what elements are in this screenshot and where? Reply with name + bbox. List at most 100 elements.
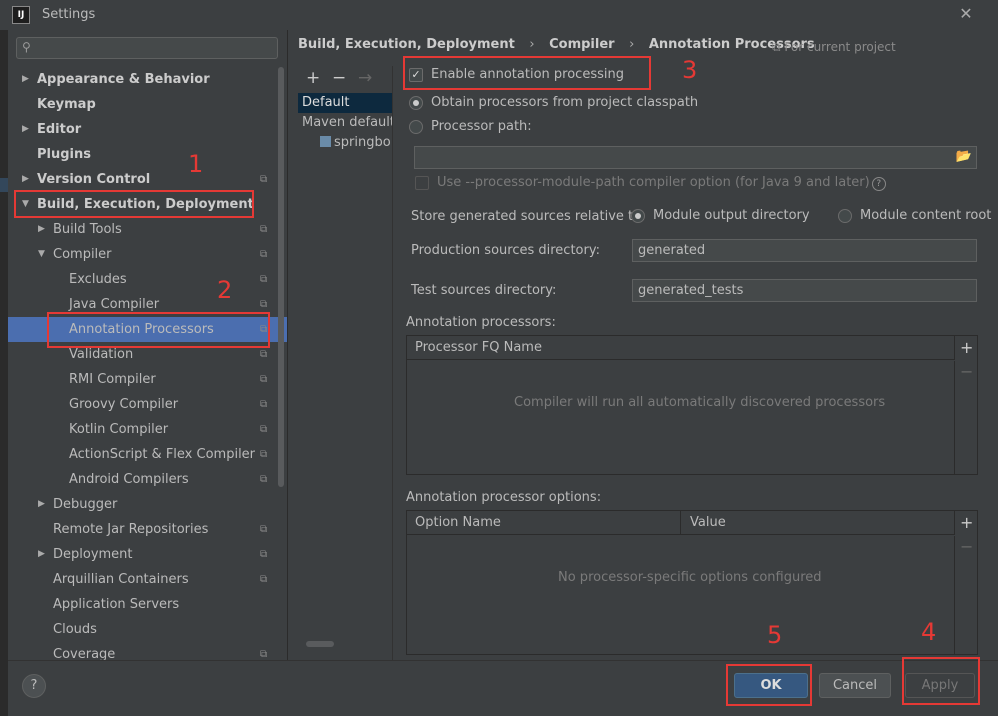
intellij-logo-icon: IJ [12, 6, 30, 24]
profile-item-maven[interactable]: Maven default a [298, 113, 392, 133]
sidebar-item-deployment[interactable]: ▶ Deployment ⧉ [8, 542, 287, 567]
annotation-processors-table: Processor FQ Name Compiler will run all … [406, 335, 978, 475]
chevron-right-icon[interactable]: ▶ [38, 492, 45, 517]
production-sources-label: Production sources directory: [411, 243, 600, 258]
annotation-box-2 [47, 312, 270, 348]
module-label: springbo [334, 135, 391, 150]
value-column[interactable]: Value [681, 511, 955, 535]
sidebar-item-label: Deployment [53, 547, 133, 562]
radio-icon [409, 120, 423, 134]
sidebar-item-excludes[interactable]: Excludes ⧉ [8, 267, 287, 292]
test-sources-label: Test sources directory: [411, 283, 557, 298]
radio-icon [838, 209, 852, 223]
chevron-right-icon[interactable]: ▶ [38, 217, 45, 242]
cancel-button[interactable]: Cancel [819, 673, 891, 698]
breadcrumb-separator: › [529, 37, 535, 52]
profiles-scrollbar[interactable] [306, 641, 334, 647]
module-path-checkbox[interactable]: Use --processor-module-path compiler opt… [415, 173, 886, 193]
sidebar-item-label: Appearance & Behavior [37, 72, 210, 87]
processor-path-input[interactable]: 📂 [414, 146, 977, 169]
sidebar-item-build-tools[interactable]: ▶ Build Tools ⧉ [8, 217, 287, 242]
sidebar-item-kotlin-compiler[interactable]: Kotlin Compiler ⧉ [8, 417, 287, 442]
chevron-right-icon[interactable]: ▶ [22, 117, 29, 142]
sidebar-item-compiler[interactable]: ▼ Compiler ⧉ [8, 242, 287, 267]
sidebar-item-editor[interactable]: ▶ Editor [8, 117, 287, 142]
profile-item-default[interactable]: Default [298, 93, 392, 113]
sidebar-item-android-compilers[interactable]: Android Compilers ⧉ [8, 467, 287, 492]
sidebar-item-arquillian-containers[interactable]: Arquillian Containers ⧉ [8, 567, 287, 592]
chevron-right-icon[interactable]: ▶ [22, 167, 29, 192]
module-output-label: Module output directory [653, 208, 810, 223]
sidebar-item-label: Excludes [69, 272, 127, 287]
sidebar-item-actionscript-flex-compiler[interactable]: ActionScript & Flex Compiler ⧉ [8, 442, 287, 467]
remove-processor-button[interactable]: − [960, 362, 973, 381]
sidebar-item-label: Build Tools [53, 222, 122, 237]
module-output-radio[interactable]: Module output directory [631, 206, 811, 226]
annotation-number-5: 5 [767, 621, 783, 649]
search-input[interactable]: ⚲ [16, 37, 278, 59]
breadcrumb-item: Compiler [549, 37, 615, 52]
background-editor-strip [0, 30, 8, 716]
chevron-right-icon[interactable]: ▶ [38, 542, 45, 567]
processor-path-radio[interactable]: Processor path: [409, 117, 569, 137]
remove-profile-button[interactable]: − [332, 68, 346, 88]
sidebar-item-clouds[interactable]: Clouds [8, 617, 287, 642]
project-scope-icon: ⧉ [260, 249, 268, 260]
processor-options-table: Option Name Value No processor-specific … [406, 510, 978, 655]
chevron-down-icon[interactable]: ▼ [38, 242, 45, 267]
sidebar-item-label: Kotlin Compiler [69, 422, 169, 437]
sidebar-item-appearance-behavior[interactable]: ▶ Appearance & Behavior [8, 67, 287, 92]
options-empty-text: No processor-specific options configured [558, 570, 822, 585]
add-option-button[interactable]: + [960, 513, 973, 532]
sidebar-item-keymap[interactable]: Keymap [8, 92, 287, 117]
production-sources-input[interactable]: generated [632, 239, 977, 262]
project-scope-icon: ⧉ [260, 449, 268, 460]
chevron-right-icon[interactable]: ▶ [22, 67, 29, 92]
bottom-divider [8, 660, 998, 661]
close-icon[interactable]: ✕ [956, 4, 976, 24]
module-content-radio[interactable]: Module content root [838, 206, 991, 226]
sidebar-item-label: Groovy Compiler [69, 397, 179, 412]
processor-options-title: Annotation processor options: [406, 490, 602, 505]
annotation-box-4 [902, 657, 980, 705]
sidebar-scrollbar[interactable] [278, 67, 284, 487]
sidebar-item-rmi-compiler[interactable]: RMI Compiler ⧉ [8, 367, 287, 392]
sidebar-item-groovy-compiler[interactable]: Groovy Compiler ⧉ [8, 392, 287, 417]
sidebar-item-label: Compiler [53, 247, 112, 262]
project-scope-icon: ⧉ [260, 524, 268, 535]
profiles-panel: + − → Default Maven default a springbo [298, 66, 393, 660]
move-profile-button[interactable]: → [358, 68, 372, 88]
sidebar-item-version-control[interactable]: ▶ Version Control ⧉ [8, 167, 287, 192]
help-icon[interactable]: ? [871, 177, 886, 191]
profiles-toolbar: + − → [298, 66, 392, 90]
project-scope-icon: ⧉ [260, 574, 268, 585]
radio-selected-icon [409, 96, 423, 110]
folder-icon[interactable]: 📂 [956, 149, 972, 164]
search-icon: ⚲ [22, 40, 31, 54]
annotation-number-1: 1 [188, 150, 204, 178]
copy-icon: ⧉ [772, 40, 781, 54]
option-name-column[interactable]: Option Name [407, 511, 681, 535]
sidebar-item-debugger[interactable]: ▶ Debugger [8, 492, 287, 517]
annotation-box-5 [726, 664, 812, 706]
sidebar-item-application-servers[interactable]: Application Servers [8, 592, 287, 617]
profile-item-module[interactable]: springbo [298, 133, 392, 153]
sidebar-item-remote-jar-repositories[interactable]: Remote Jar Repositories ⧉ [8, 517, 287, 542]
checkbox-icon [415, 176, 429, 190]
sidebar-item-label: Plugins [37, 147, 91, 162]
test-sources-input[interactable]: generated_tests [632, 279, 977, 302]
remove-option-button[interactable]: − [960, 537, 973, 556]
annotation-processors-title: Annotation processors: [406, 315, 556, 330]
add-processor-button[interactable]: + [960, 338, 973, 357]
obtain-from-classpath-radio[interactable]: Obtain processors from project classpath [409, 93, 698, 113]
help-button[interactable]: ? [22, 674, 46, 698]
title-bar: IJ Settings ✕ [0, 0, 998, 30]
add-profile-button[interactable]: + [306, 68, 320, 88]
processor-fq-name-column[interactable]: Processor FQ Name [407, 336, 955, 360]
sidebar-item-plugins[interactable]: Plugins [8, 142, 287, 167]
sidebar-item-coverage[interactable]: Coverage ⧉ [8, 642, 287, 667]
sidebar-item-label: Version Control [37, 172, 151, 187]
annotation-box-3 [403, 56, 651, 90]
project-scope-icon: ⧉ [260, 274, 268, 285]
divider [287, 30, 288, 660]
